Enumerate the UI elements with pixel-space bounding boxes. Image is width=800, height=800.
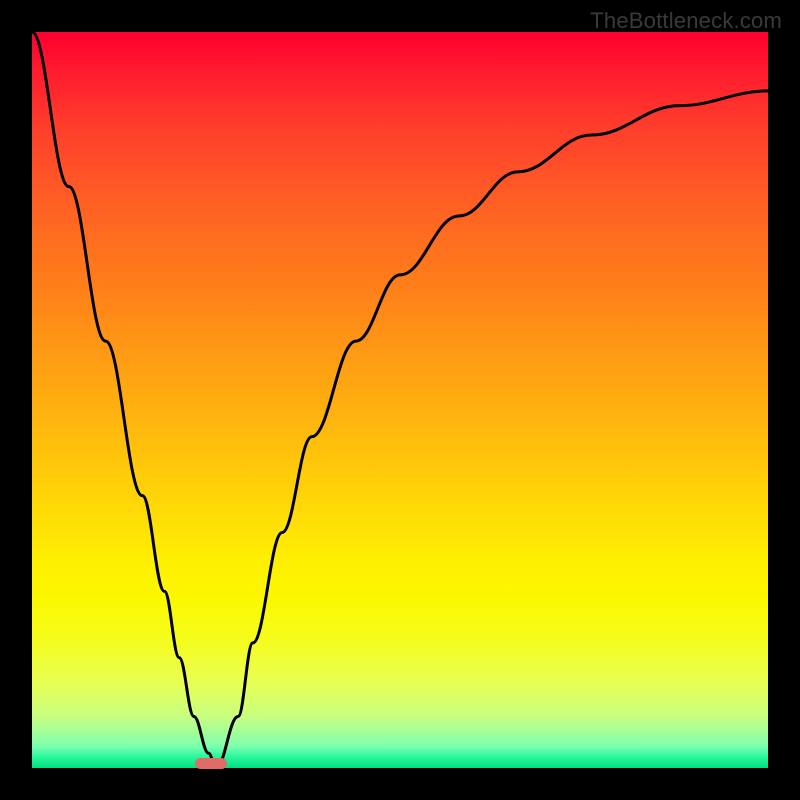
plot-area: [32, 32, 768, 768]
minimum-marker: [195, 758, 227, 769]
watermark-text: TheBottleneck.com: [590, 8, 782, 34]
chart-frame: TheBottleneck.com: [0, 0, 800, 800]
bottleneck-curve: [32, 32, 768, 768]
